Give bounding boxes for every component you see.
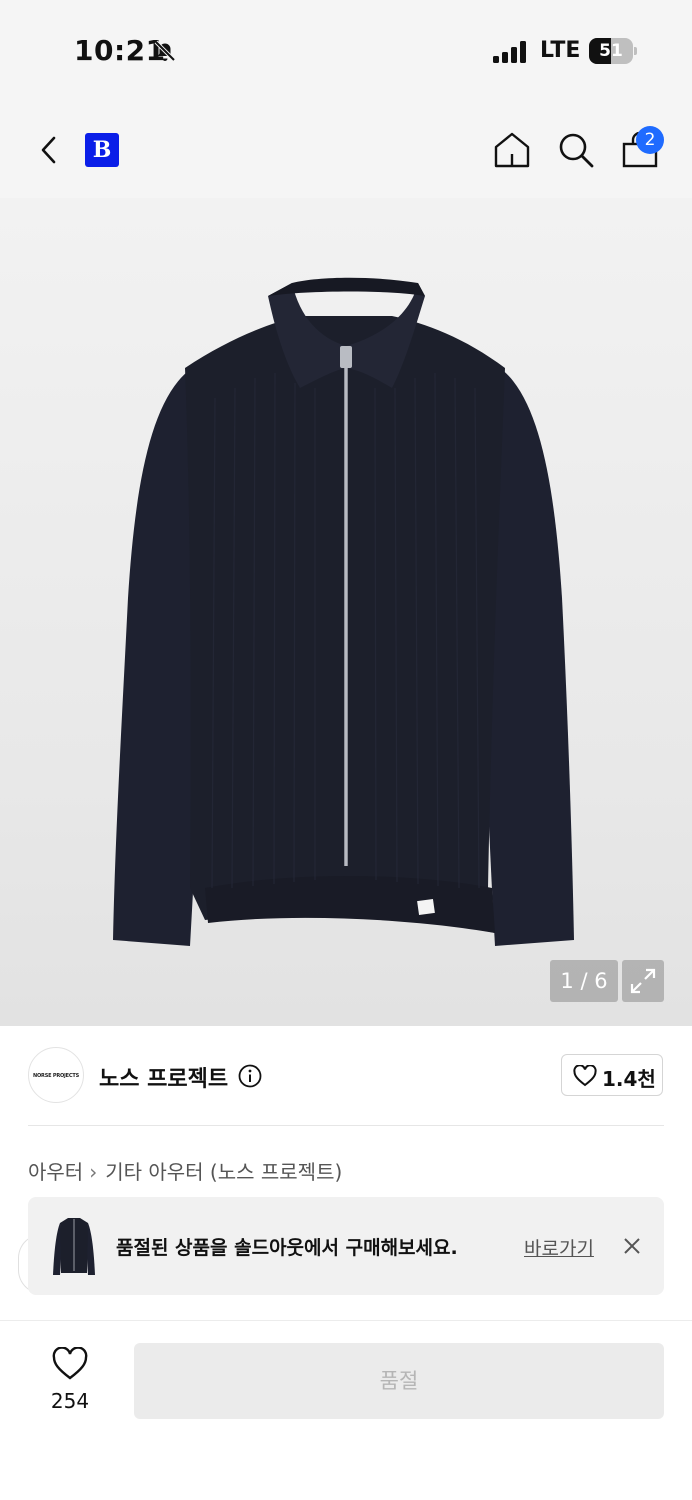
brand-name[interactable]: 노스 프로젝트: [99, 1061, 228, 1093]
wishlist-count: 254: [50, 1389, 90, 1413]
bottom-action-bar: 254 품절: [0, 1320, 692, 1500]
image-page-indicator: 1 / 6: [550, 960, 618, 1002]
brand-logo[interactable]: B: [85, 133, 119, 167]
search-icon[interactable]: [556, 130, 596, 170]
soldout-button[interactable]: 품절: [134, 1343, 664, 1419]
heart-icon: [52, 1347, 88, 1380]
info-icon[interactable]: [238, 1064, 262, 1088]
banner-message: 품절된 상품을 솔드아웃에서 구매해보세요.: [116, 1237, 458, 1259]
breadcrumb-item-outer[interactable]: 아우터: [28, 1160, 83, 1184]
expand-icon[interactable]: [622, 960, 664, 1002]
banner-product-thumbnail: [53, 1218, 95, 1275]
chevron-right-icon: ›: [89, 1160, 98, 1184]
network-type: LTE: [540, 38, 581, 63]
signal-icon: [493, 41, 526, 63]
home-icon[interactable]: [492, 130, 532, 170]
cart-count-badge: 2: [636, 126, 664, 154]
bell-off-icon: [154, 40, 176, 62]
wishlist-button[interactable]: 254: [30, 1343, 110, 1423]
product-image-gallery[interactable]: 1 / 6: [0, 198, 692, 1026]
divider: [28, 1125, 664, 1126]
top-nav-bar: B: [0, 100, 692, 198]
soldout-banner[interactable]: 품절된 상품을 솔드아웃에서 구매해보세요. 바로가기: [28, 1197, 664, 1295]
back-button[interactable]: [32, 130, 68, 170]
product-image[interactable]: [0, 198, 692, 1026]
battery-icon: 51: [589, 38, 637, 64]
battery-level: 51: [599, 41, 623, 61]
heart-icon: [573, 1065, 597, 1087]
brand-avatar[interactable]: NORSE PROJECTS: [28, 1047, 84, 1103]
banner-go-link[interactable]: 바로가기: [524, 1234, 594, 1261]
close-icon[interactable]: [620, 1234, 644, 1258]
brand-like-button[interactable]: 1.4천: [561, 1054, 663, 1096]
breadcrumb: 아우터 › 기타 아우터 (노스 프로젝트): [28, 1156, 342, 1185]
brand-row: NORSE PROJECTS 노스 프로젝트 1.4천: [0, 1026, 692, 1124]
status-bar: 10:21 LTE 51: [0, 0, 692, 100]
breadcrumb-item-other-outer[interactable]: 기타 아우터 (노스 프로젝트): [105, 1160, 342, 1184]
brand-like-count: 1.4천: [602, 1067, 656, 1091]
